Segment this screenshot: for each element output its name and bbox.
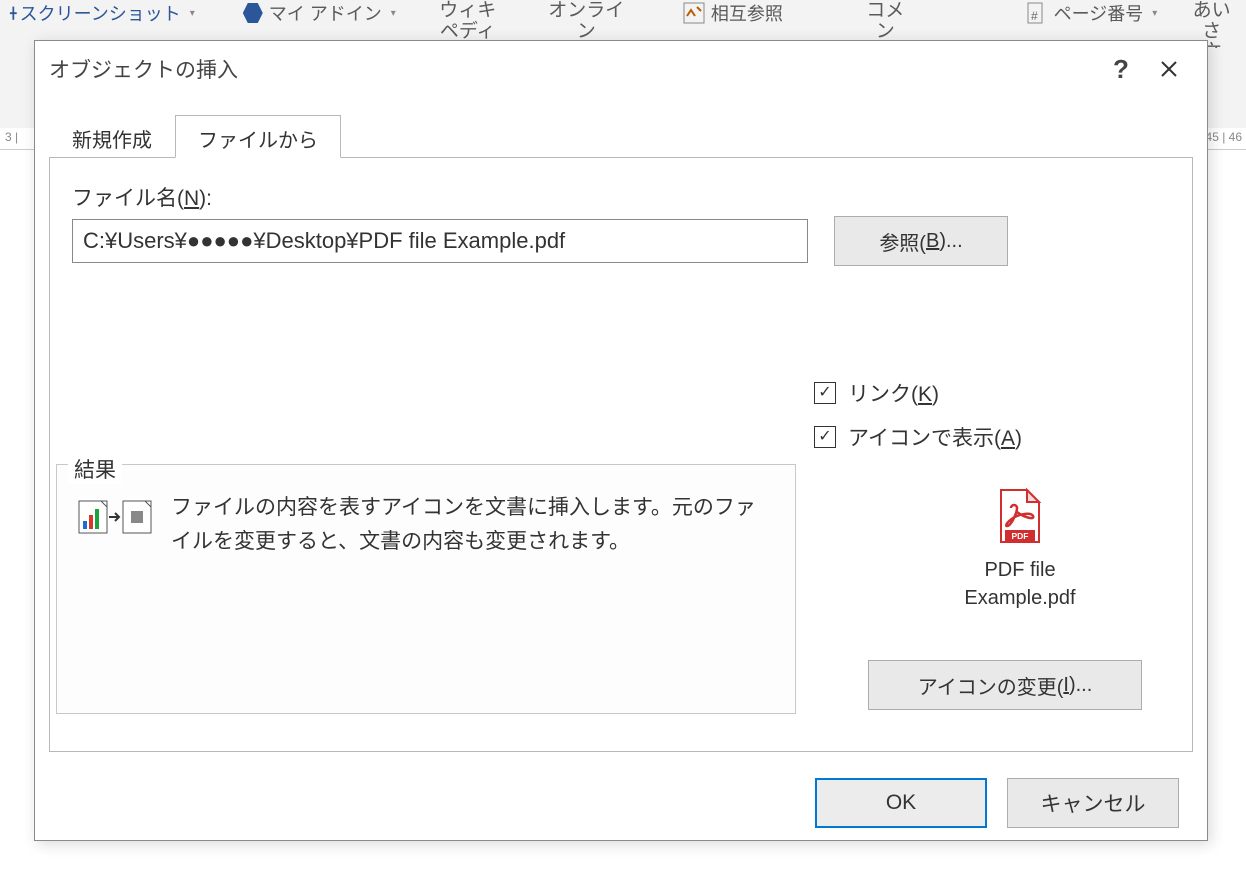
tab-new[interactable]: 新規作成: [49, 115, 175, 157]
result-icon: [77, 497, 155, 541]
tab-from-file[interactable]: ファイルから: [175, 115, 341, 158]
browse-button[interactable]: 参照(B)...: [834, 216, 1008, 266]
help-button[interactable]: ?: [1097, 49, 1145, 89]
options-group: ✓ リンク(K) ✓ アイコンで表示(A): [814, 378, 1022, 466]
pdf-file-icon: PDF: [997, 488, 1043, 550]
svg-text:#: #: [1031, 9, 1038, 23]
ribbon-screenshot-label: スクリーンショット: [20, 0, 181, 26]
ribbon-page-number-label: ページ番号: [1054, 0, 1144, 26]
ribbon-my-addins-label: マイ アドイン: [269, 0, 382, 26]
page-number-icon: #: [1026, 2, 1048, 24]
ok-button[interactable]: OK: [815, 778, 987, 828]
result-legend: 結果: [68, 454, 122, 484]
display-as-icon-label: アイコンで表示(A): [848, 422, 1022, 452]
cancel-button[interactable]: キャンセル: [1007, 778, 1179, 828]
ribbon-cross-ref[interactable]: 相互参照: [683, 0, 783, 26]
chevron-down-icon: ▾: [391, 8, 396, 19]
filename-label: ファイル名(N):: [72, 182, 1170, 212]
dialog-titlebar: オブジェクトの挿入 ?: [35, 41, 1207, 97]
icon-caption: PDF file Example.pdf: [920, 556, 1120, 612]
icon-preview: PDF PDF file Example.pdf: [920, 488, 1120, 612]
dialog-footer: OK キャンセル: [49, 752, 1193, 828]
tab-strip: 新規作成 ファイルから: [49, 115, 1193, 157]
link-label: リンク(K): [848, 378, 939, 408]
dialog-title: オブジェクトの挿入: [49, 54, 1097, 84]
ribbon-cross-ref-label: 相互参照: [711, 0, 783, 26]
filename-input[interactable]: [72, 219, 808, 263]
change-icon-button[interactable]: アイコンの変更(I)...: [868, 660, 1142, 710]
close-button[interactable]: [1145, 49, 1193, 89]
cross-ref-icon: [683, 2, 705, 24]
display-as-icon-checkbox[interactable]: ✓: [814, 426, 836, 448]
display-as-icon-checkbox-row[interactable]: ✓ アイコンで表示(A): [814, 422, 1022, 452]
tab-panel-from-file: ファイル名(N): 参照(B)... ✓ リンク(K) ✓: [49, 157, 1193, 752]
addin-icon: [243, 3, 263, 23]
ribbon-page-number[interactable]: # ページ番号 ▾: [1026, 0, 1158, 26]
svg-text:PDF: PDF: [1012, 531, 1029, 541]
chevron-down-icon: ▾: [190, 8, 195, 19]
result-text: ファイルの内容を表すアイコンを文書に挿入します。元のファイルを変更すると、文書の…: [171, 491, 775, 558]
result-fieldset: ファイルの内容を表すアイコンを文書に挿入します。元のファイルを変更すると、文書の…: [56, 464, 796, 714]
link-checkbox-row[interactable]: ✓ リンク(K): [814, 378, 1022, 408]
close-icon: [1160, 60, 1178, 78]
ribbon-screenshot[interactable]: ╋ スクリーンショット ▾: [10, 0, 195, 26]
ribbon-my-addins[interactable]: マイ アドイン ▾: [243, 0, 396, 26]
insert-object-dialog: オブジェクトの挿入 ? 新規作成 ファイルから ファイル名(N): 参照(B).…: [34, 40, 1208, 841]
link-checkbox[interactable]: ✓: [814, 382, 836, 404]
chevron-down-icon: ▾: [1152, 8, 1157, 19]
